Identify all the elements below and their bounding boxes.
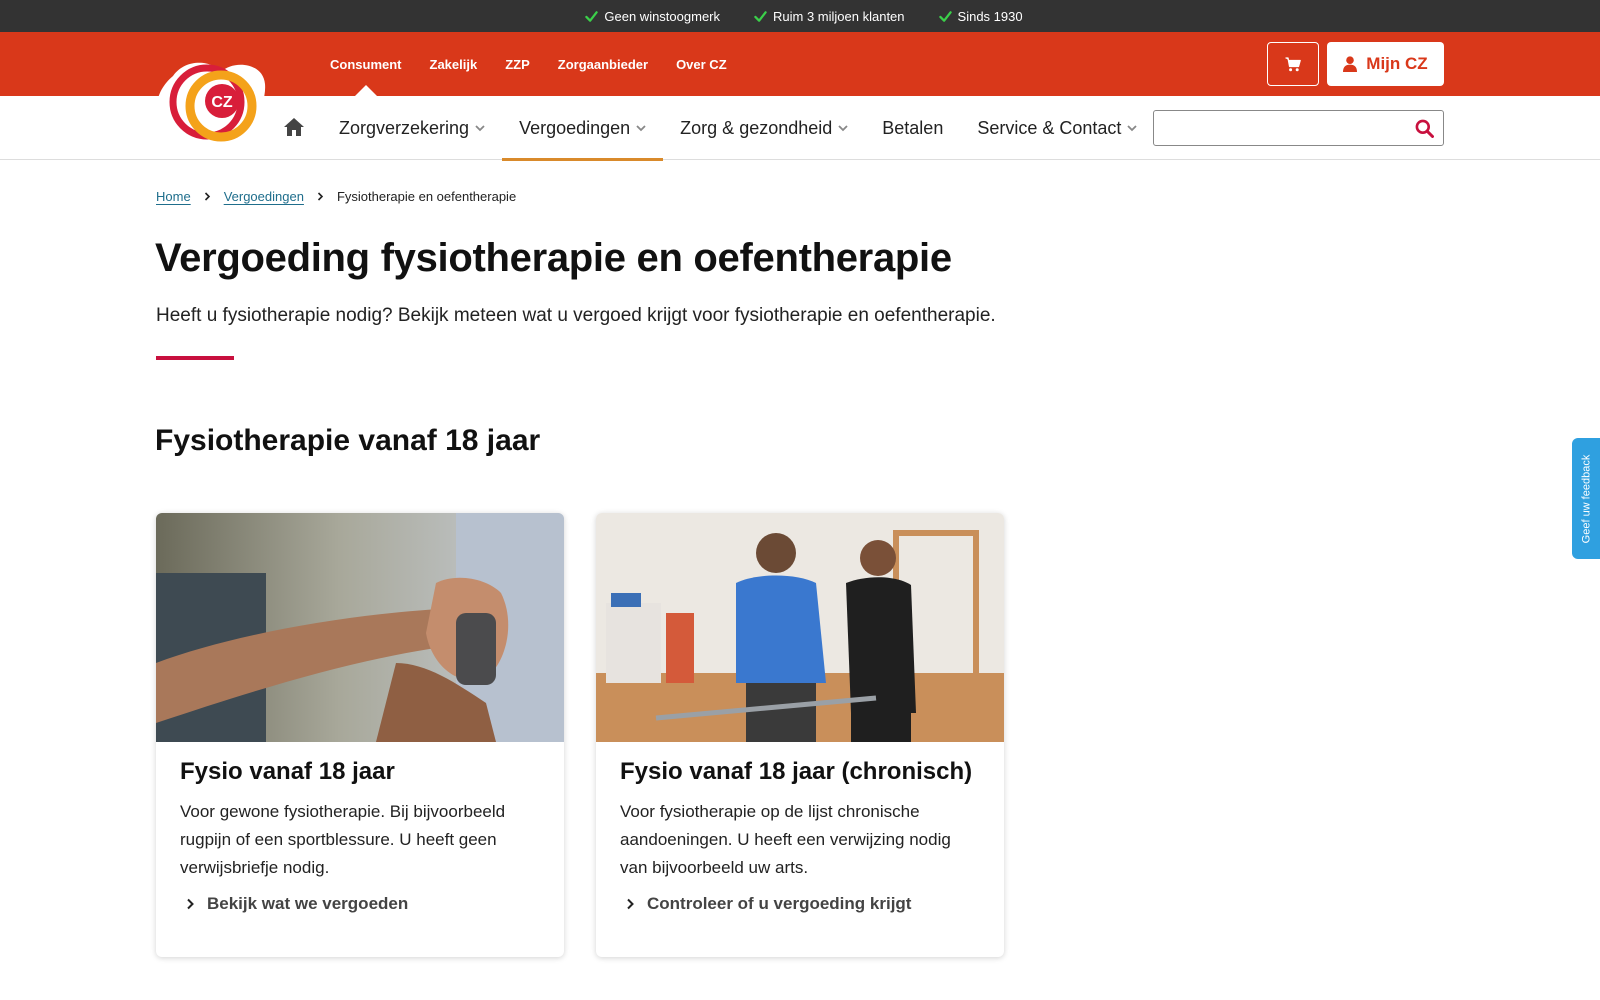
check-icon	[585, 10, 599, 22]
page-title: Vergoeding fysiotherapie en oefentherapi…	[155, 236, 952, 280]
search-icon[interactable]	[1415, 119, 1434, 138]
chevron-right-icon	[187, 898, 194, 910]
usp-label: Sinds 1930	[957, 8, 1023, 24]
usp-item: Geen winstoogmerk	[585, 9, 720, 24]
user-icon	[1343, 56, 1358, 72]
card-link[interactable]: Bekijk wat we vergoeden	[180, 894, 540, 914]
chevron-right-icon	[317, 192, 324, 201]
nav-label: Vergoedingen	[519, 117, 631, 138]
card-text: Voor gewone fysiotherapie. Bij bijvoorbe…	[180, 802, 506, 877]
section-title: Fysiotherapie vanaf 18 jaar	[155, 424, 541, 457]
cart-icon	[1285, 56, 1301, 71]
mijn-cz-button[interactable]: Mijn CZ	[1327, 42, 1444, 86]
breadcrumb-vergoedingen[interactable]: Vergoedingen	[224, 189, 304, 204]
main-nav: Zorgverzekering Vergoedingen Zorg & gezo…	[322, 96, 1154, 161]
breadcrumb-home[interactable]: Home	[156, 189, 191, 204]
check-icon	[754, 10, 767, 22]
usp-item: Sinds 1930	[938, 8, 1023, 24]
check-icon	[938, 10, 952, 22]
usp-item: Ruim 3 miljoen klanten	[754, 9, 905, 24]
card-fysio-18-chronisch[interactable]: Fysio vanaf 18 jaar (chronisch) Voor fys…	[596, 513, 1004, 957]
card-link[interactable]: Controleer of u vergoeding krijgt	[620, 894, 980, 914]
search-box	[1153, 110, 1444, 146]
card-text: Voor fysiotherapie op de lijst chronisch…	[620, 802, 951, 877]
card-title: Fysio vanaf 18 jaar (chronisch)	[620, 758, 973, 785]
chevron-down-icon	[1127, 124, 1138, 131]
logo-text: CZ	[211, 94, 233, 111]
usp-label: Geen winstoogmerk	[604, 8, 721, 24]
therapist-assisting-patient-photo	[596, 513, 1004, 742]
card-link-label: Bekijk wat we vergoeden	[207, 894, 409, 913]
hand-exercise-band-photo	[156, 513, 564, 742]
feedback-tab[interactable]: Geef uw feedback	[1572, 438, 1600, 559]
segment-consument[interactable]: Consument	[330, 32, 402, 96]
home-icon[interactable]	[283, 117, 305, 137]
segment-over-cz[interactable]: Over CZ	[676, 32, 727, 96]
chevron-down-icon	[636, 124, 646, 131]
chevron-down-icon	[475, 124, 485, 131]
page-intro: Heeft u fysiotherapie nodig? Bekijk mete…	[156, 305, 996, 326]
card-link-label: Controleer of u vergoeding krijgt	[647, 894, 912, 913]
cz-logo[interactable]: CZ	[155, 56, 267, 151]
card-body: Fysio vanaf 18 jaar (chronisch) Voor fys…	[596, 742, 1004, 914]
card-fysio-18[interactable]: Fysio vanaf 18 jaar Voor gewone fysiothe…	[156, 513, 564, 957]
title-underline	[156, 356, 234, 360]
nav-vergoedingen[interactable]: Vergoedingen	[502, 96, 664, 161]
feedback-label: Geef uw feedback	[1580, 454, 1593, 543]
usp-bar: Geen winstoogmerk Ruim 3 miljoen klanten…	[0, 0, 1600, 32]
segment-zzp[interactable]: ZZP	[505, 32, 530, 96]
chevron-right-icon	[627, 898, 634, 910]
usp-label: Ruim 3 miljoen klanten	[773, 8, 905, 24]
chevron-down-icon	[838, 124, 848, 131]
nav-label: Betalen	[882, 117, 944, 138]
segment-zorgaanbieder[interactable]: Zorgaanbieder	[558, 32, 648, 96]
nav-label: Zorg & gezondheid	[680, 117, 833, 138]
search-input[interactable]	[1162, 111, 1402, 143]
nav-label: Zorgverzekering	[339, 117, 470, 138]
card-title: Fysio vanaf 18 jaar	[180, 758, 395, 785]
nav-zorgverzekering[interactable]: Zorgverzekering	[322, 96, 502, 160]
mijn-cz-label: Mijn CZ	[1366, 54, 1428, 73]
nav-label: Service & Contact	[977, 117, 1122, 138]
segment-zakelijk[interactable]: Zakelijk	[430, 32, 478, 96]
nav-betalen[interactable]: Betalen	[865, 96, 960, 160]
breadcrumb-current: Fysiotherapie en oefentherapie	[336, 189, 517, 204]
nav-service-contact[interactable]: Service & Contact	[960, 96, 1154, 160]
breadcrumb: Home Vergoedingen Fysiotherapie en oefen…	[156, 189, 516, 204]
segment-nav: Consument Zakelijk ZZP Zorgaanbieder Ove…	[330, 32, 727, 96]
chevron-right-icon	[204, 192, 210, 201]
card-body: Fysio vanaf 18 jaar Voor gewone fysiothe…	[156, 742, 564, 914]
nav-zorg-gezondheid[interactable]: Zorg & gezondheid	[663, 96, 865, 160]
cart-button[interactable]	[1267, 42, 1319, 86]
